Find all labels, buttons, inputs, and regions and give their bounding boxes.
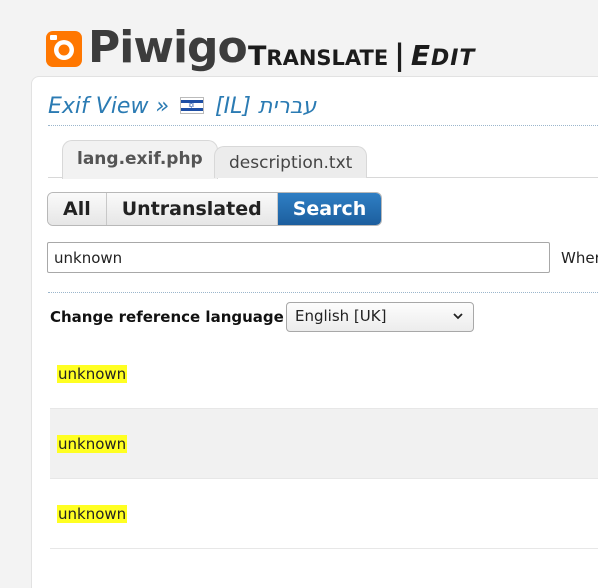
- reference-language-value: English [UK]: [295, 307, 387, 325]
- filter-all-button[interactable]: All: [48, 193, 107, 225]
- page-title: TRANSLATE | EDIT: [248, 38, 476, 72]
- filter-button-group: All Untranslated Search: [47, 192, 383, 226]
- tab-description[interactable]: description.txt: [214, 146, 368, 178]
- list-item[interactable]: unknown: [50, 409, 598, 479]
- piwigo-logo-icon: [46, 31, 82, 67]
- brand-name: Piwigo: [88, 22, 248, 73]
- search-where-label: Wher: [561, 249, 598, 267]
- results-list: unknown unknown unknown: [50, 339, 598, 549]
- israel-flag-icon: ✡: [180, 96, 205, 114]
- list-item[interactable]: unknown: [50, 479, 598, 549]
- file-tabs: lang.exif.php description.txt: [48, 140, 598, 179]
- filter-untranslated-button[interactable]: Untranslated: [106, 193, 278, 225]
- search-input[interactable]: [47, 242, 550, 273]
- tab-lang-exif[interactable]: lang.exif.php: [62, 140, 218, 179]
- result-key: unknown: [57, 364, 128, 383]
- divider: [48, 292, 598, 293]
- breadcrumb-language: עברית [IL]: [215, 94, 317, 119]
- chevron-down-icon: [453, 313, 463, 320]
- list-item[interactable]: unknown: [50, 339, 598, 409]
- result-key: unknown: [57, 504, 128, 523]
- breadcrumb: Exif View » ✡ עברית [IL]: [48, 94, 598, 126]
- breadcrumb-separator: »: [155, 94, 170, 119]
- filter-search-button[interactable]: Search: [277, 193, 382, 225]
- reference-language-label: Change reference language to: [50, 308, 307, 326]
- breadcrumb-section-link[interactable]: Exif View: [48, 94, 148, 119]
- result-key: unknown: [57, 434, 128, 453]
- reference-language-select[interactable]: English [UK]: [286, 302, 474, 332]
